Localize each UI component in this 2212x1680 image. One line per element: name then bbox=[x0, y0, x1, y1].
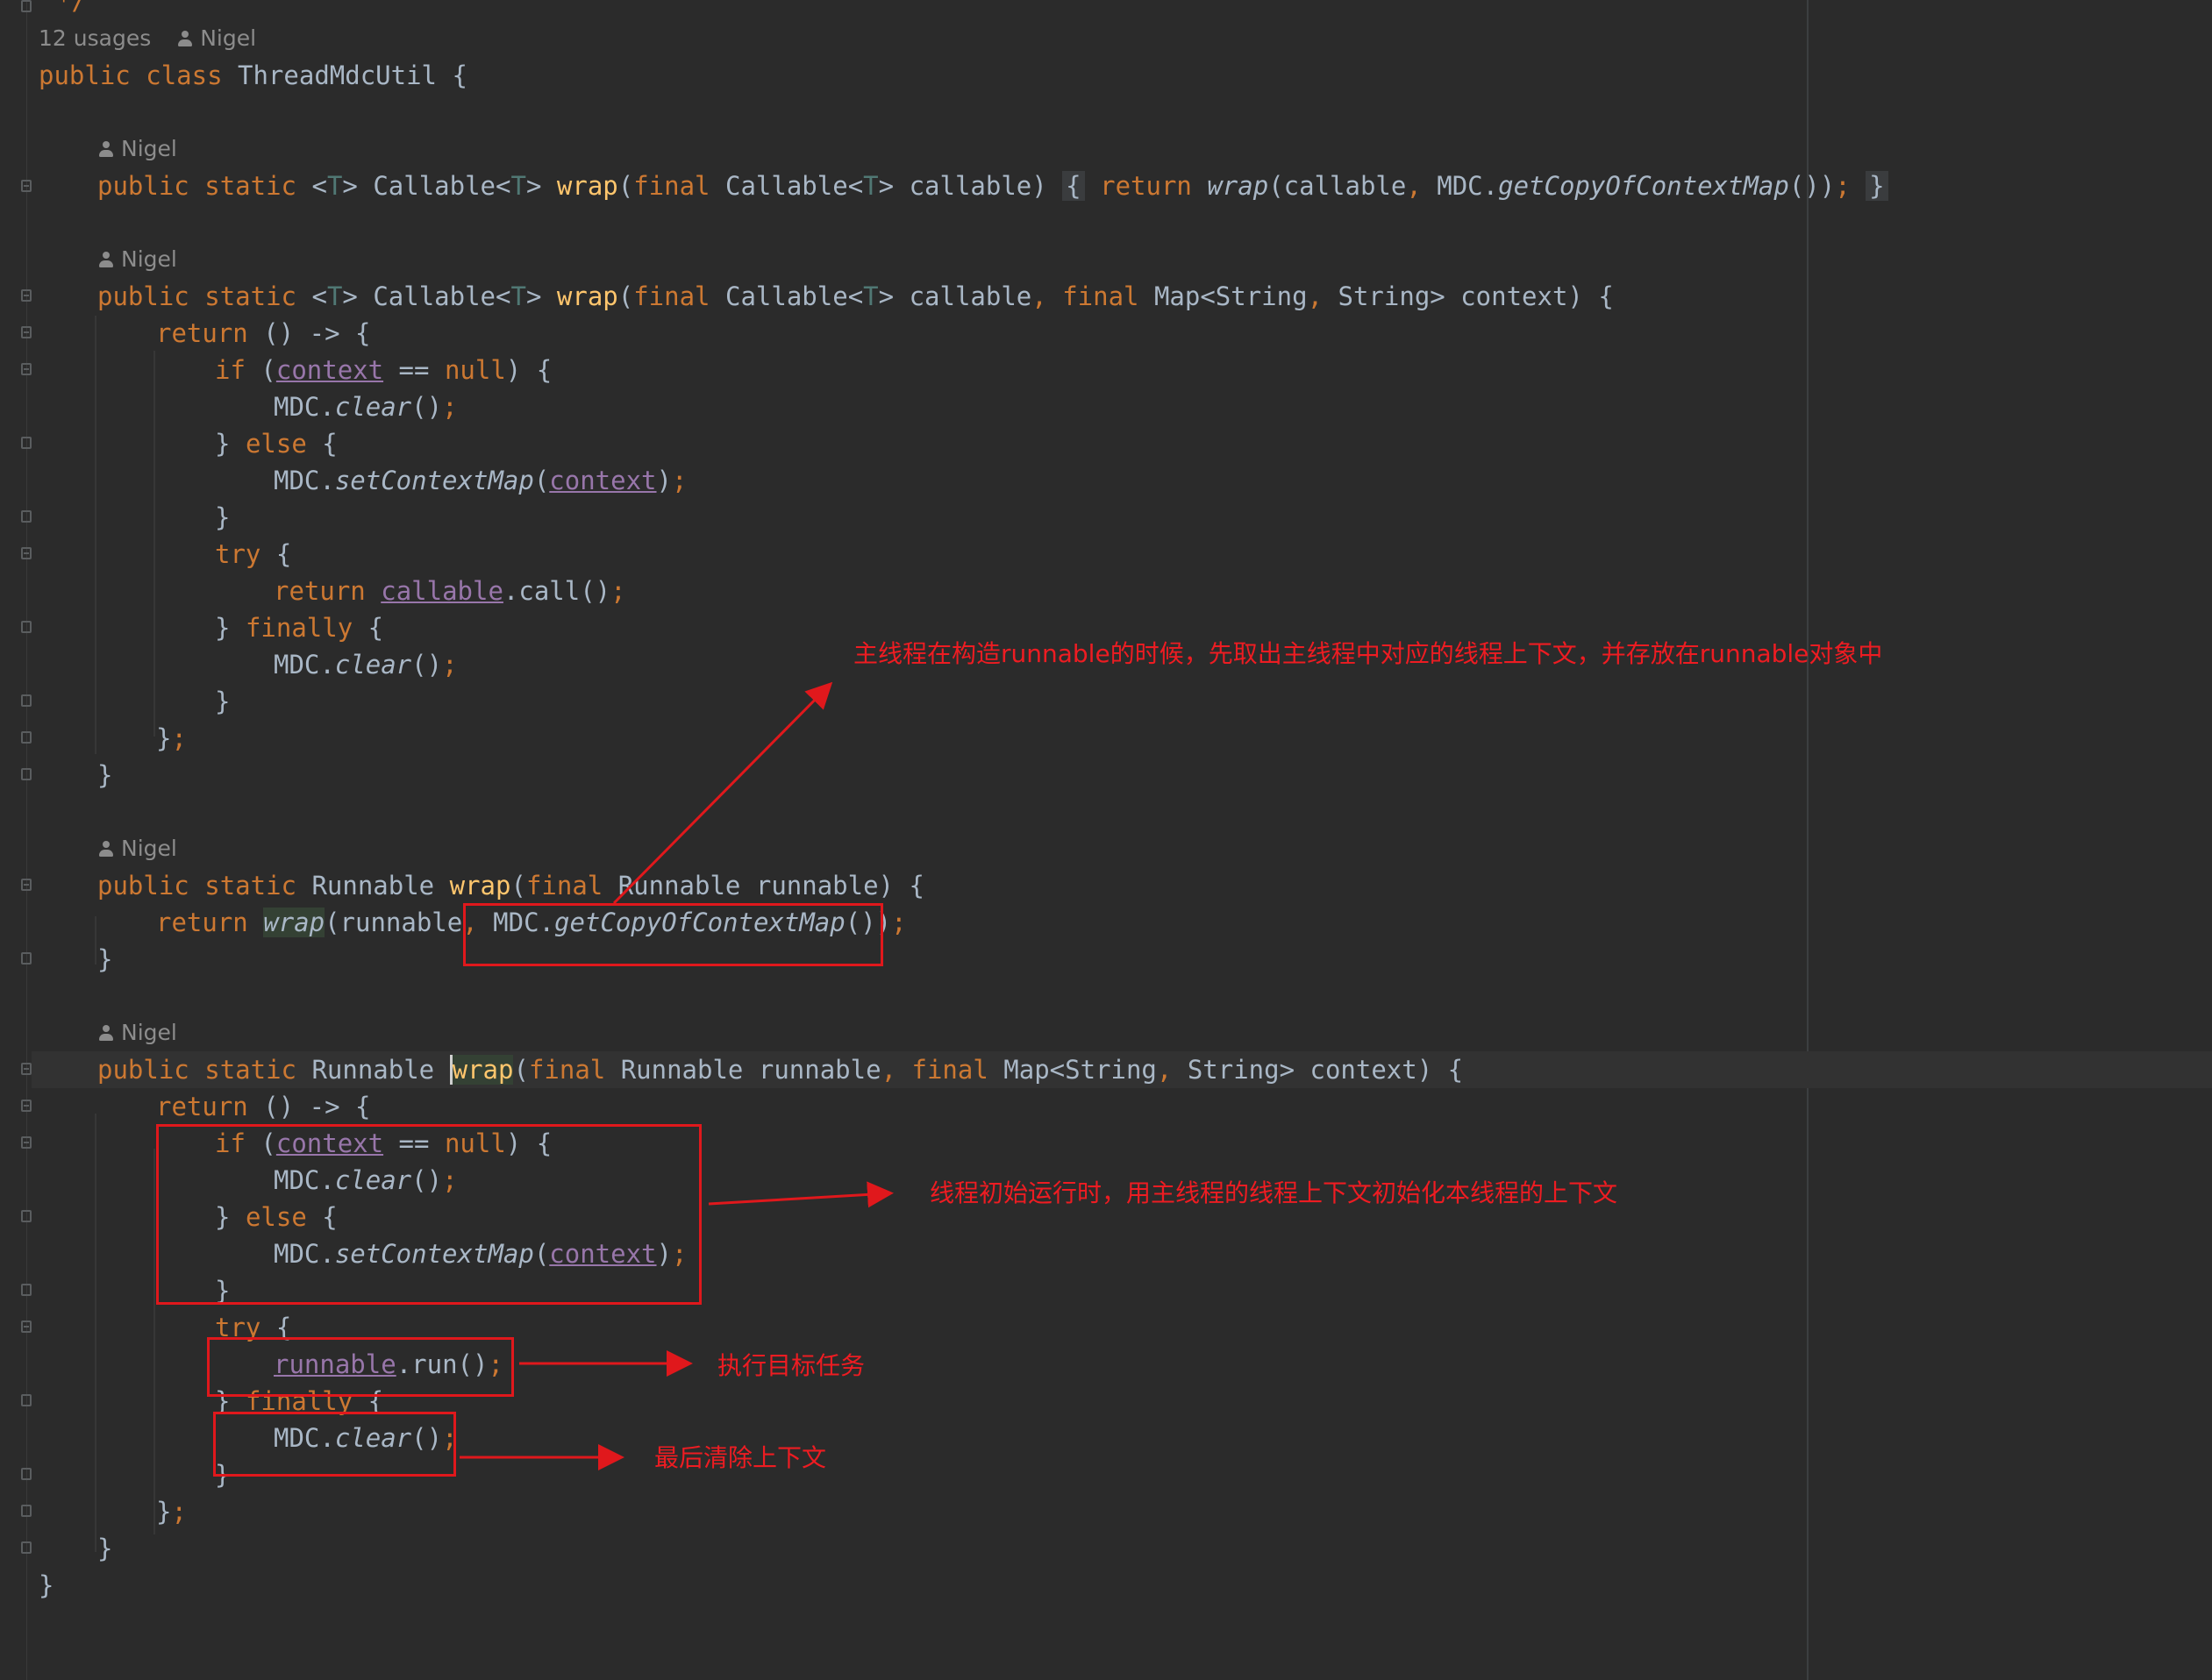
code-editor[interactable]: */ 12 usages Nigel public class ThreadMdc… bbox=[0, 0, 2212, 1680]
annotation-main-thread: 主线程在构造runnable的时候，先取出主线程中对应的线程上下文，并存放在ru… bbox=[853, 639, 1883, 668]
arrow-to-init-note bbox=[708, 1181, 894, 1208]
annotation-clear: 最后清除上下文 bbox=[654, 1443, 827, 1472]
annotation-run-task: 执行目标任务 bbox=[717, 1351, 866, 1380]
annotation-arrows bbox=[460, 681, 894, 1470]
annotation-init-context: 线程初始运行时，用主线程的线程上下文初始化本线程的上下文 bbox=[930, 1178, 1618, 1207]
arrow-to-main-note bbox=[612, 681, 833, 905]
